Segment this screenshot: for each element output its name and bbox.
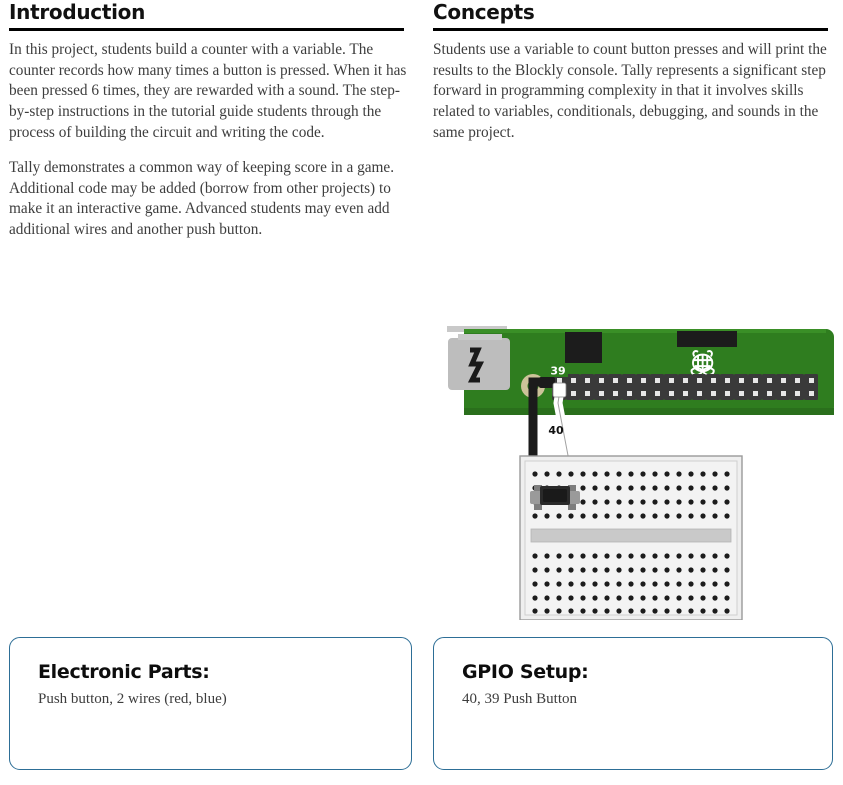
card-title-gpio-setup: GPIO Setup:	[462, 661, 589, 683]
info-cards: Electronic Parts: Push button, 2 wires (…	[0, 637, 843, 770]
card-title-electronic-parts: Electronic Parts:	[38, 661, 210, 683]
introduction-paragraph-2: Tally demonstrates a common way of keepi…	[9, 159, 395, 239]
pcb-bottom-edge	[464, 408, 834, 415]
card-text-gpio-setup: 40, 39 Push Button	[462, 690, 578, 707]
soc-chip	[565, 332, 602, 363]
card-slot-electronic-parts: Electronic Parts: Push button, 2 wires (…	[0, 637, 421, 770]
card-gpio-setup: GPIO Setup: 40, 39 Push Button	[433, 637, 833, 770]
card-electronic-parts: Electronic Parts: Push button, 2 wires (…	[9, 637, 412, 770]
introduction-paragraph-1: In this project, students build a counte…	[9, 41, 407, 141]
column-introduction: Introduction In this project, students b…	[0, 0, 421, 241]
wire-label-39: 39	[548, 364, 568, 378]
wire-label-40-text: 40	[548, 424, 564, 437]
page-title-introduction: Introduction	[9, 0, 146, 24]
pcb-body	[464, 329, 834, 415]
breadboard-center-channel	[530, 528, 732, 543]
concepts-paragraph-1: Students use a variable to count button …	[433, 41, 827, 141]
breadboard	[519, 455, 743, 621]
usb-port	[448, 334, 510, 390]
circuit-diagram-figure: 39 40	[434, 308, 839, 621]
raspberry-pi-board	[447, 326, 834, 415]
heading-rule-concepts	[433, 28, 828, 31]
page-title-concepts: Concepts	[433, 0, 535, 24]
content-columns: Introduction In this project, students b…	[0, 0, 843, 241]
card-text-electronic-parts: Push button, 2 wires (red, blue)	[38, 690, 227, 707]
wire-label-40: 40	[548, 424, 564, 437]
column-concepts: Concepts Students use a variable to coun…	[421, 0, 842, 241]
wire-label-39-text: 39	[550, 365, 565, 378]
hdmi-connector	[677, 331, 737, 347]
heading-rule-introduction	[9, 28, 404, 31]
pcb-top-edge	[464, 329, 826, 333]
gpio-header	[552, 374, 818, 400]
card-slot-gpio-setup: GPIO Setup: 40, 39 Push Button	[421, 637, 842, 770]
